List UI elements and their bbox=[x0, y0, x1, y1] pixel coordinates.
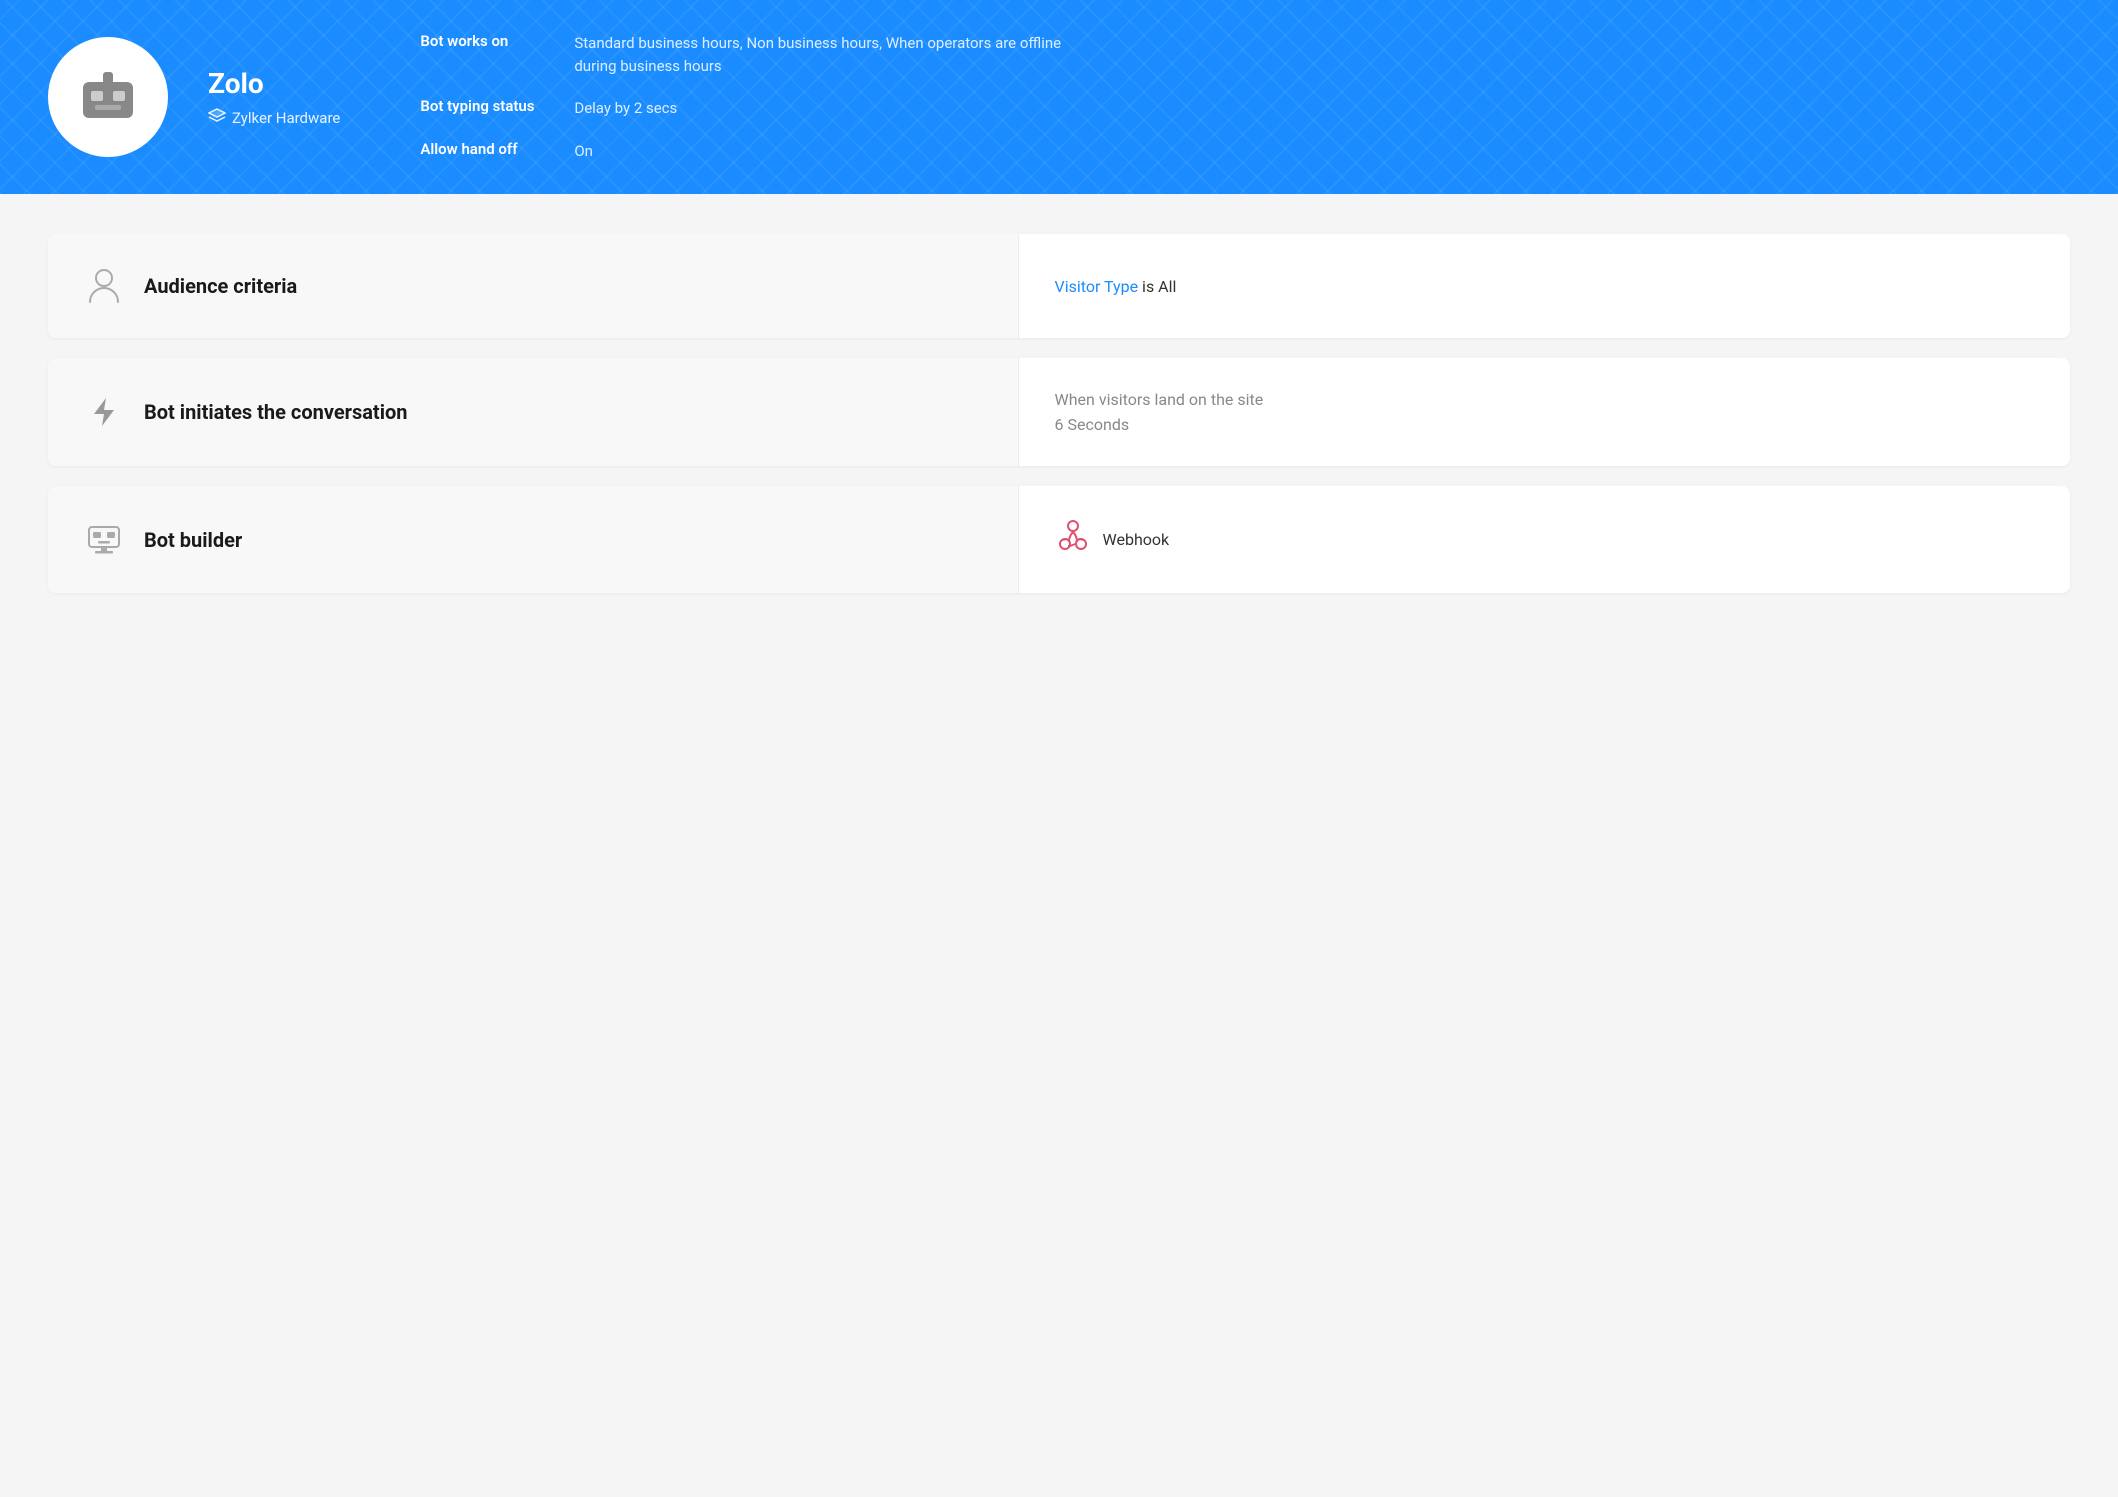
visitor-type-value: is All bbox=[1138, 277, 1176, 296]
audience-criteria-right: Visitor Type is All bbox=[1019, 234, 2070, 338]
webhook-row: Webhook bbox=[1055, 518, 2034, 561]
webhook-icon bbox=[1055, 518, 1091, 561]
meta-value-works-on: Standard business hours, Non business ho… bbox=[574, 32, 1074, 77]
bot-builder-left: Bot builder bbox=[48, 486, 1019, 593]
meta-label-typing: Bot typing status bbox=[420, 97, 550, 120]
bot-avatar bbox=[48, 37, 168, 157]
audience-criteria-title: Audience criteria bbox=[144, 274, 297, 298]
meta-row-handoff: Allow hand off On bbox=[420, 140, 1074, 163]
bot-builder-card: Bot builder Webhook bbox=[48, 486, 2070, 593]
meta-row-typing: Bot typing status Delay by 2 secs bbox=[420, 97, 1074, 120]
bot-org: Zylker Hardware bbox=[208, 108, 340, 128]
bot-meta: Bot works on Standard business hours, No… bbox=[420, 32, 1074, 162]
audience-criteria-left: Audience criteria bbox=[48, 234, 1019, 338]
trigger-line1: When visitors land on the site bbox=[1055, 390, 2034, 409]
visitor-type-row: Visitor Type is All bbox=[1055, 277, 2034, 296]
visitor-type-label: Visitor Type bbox=[1055, 277, 1139, 296]
bot-initiates-left: Bot initiates the conversation bbox=[48, 358, 1019, 466]
bot-builder-title: Bot builder bbox=[144, 528, 242, 552]
bot-builder-icon bbox=[84, 520, 124, 560]
bot-initiates-title: Bot initiates the conversation bbox=[144, 400, 408, 424]
meta-label-works-on: Bot works on bbox=[420, 32, 550, 77]
bot-initiates-card: Bot initiates the conversation When visi… bbox=[48, 358, 2070, 466]
main-content: Audience criteria Visitor Type is All Bo… bbox=[0, 194, 2118, 653]
bot-initiates-right: When visitors land on the site 6 Seconds bbox=[1019, 358, 2070, 466]
bot-builder-right: Webhook bbox=[1019, 486, 2070, 593]
audience-criteria-card: Audience criteria Visitor Type is All bbox=[48, 234, 2070, 338]
meta-value-handoff: On bbox=[574, 140, 593, 163]
header-section: Zolo Zylker Hardware Bot works on Standa… bbox=[0, 0, 2118, 194]
bolt-icon bbox=[84, 392, 124, 432]
person-icon bbox=[84, 266, 124, 306]
meta-row-works-on: Bot works on Standard business hours, No… bbox=[420, 32, 1074, 77]
bot-identity: Zolo Zylker Hardware bbox=[208, 67, 340, 128]
meta-value-typing: Delay by 2 secs bbox=[574, 97, 677, 120]
org-icon bbox=[208, 108, 226, 128]
org-name: Zylker Hardware bbox=[232, 109, 340, 127]
trigger-line2: 6 Seconds bbox=[1055, 415, 2034, 434]
bot-name: Zolo bbox=[208, 67, 340, 100]
webhook-label: Webhook bbox=[1103, 530, 1170, 549]
meta-label-handoff: Allow hand off bbox=[420, 140, 550, 163]
